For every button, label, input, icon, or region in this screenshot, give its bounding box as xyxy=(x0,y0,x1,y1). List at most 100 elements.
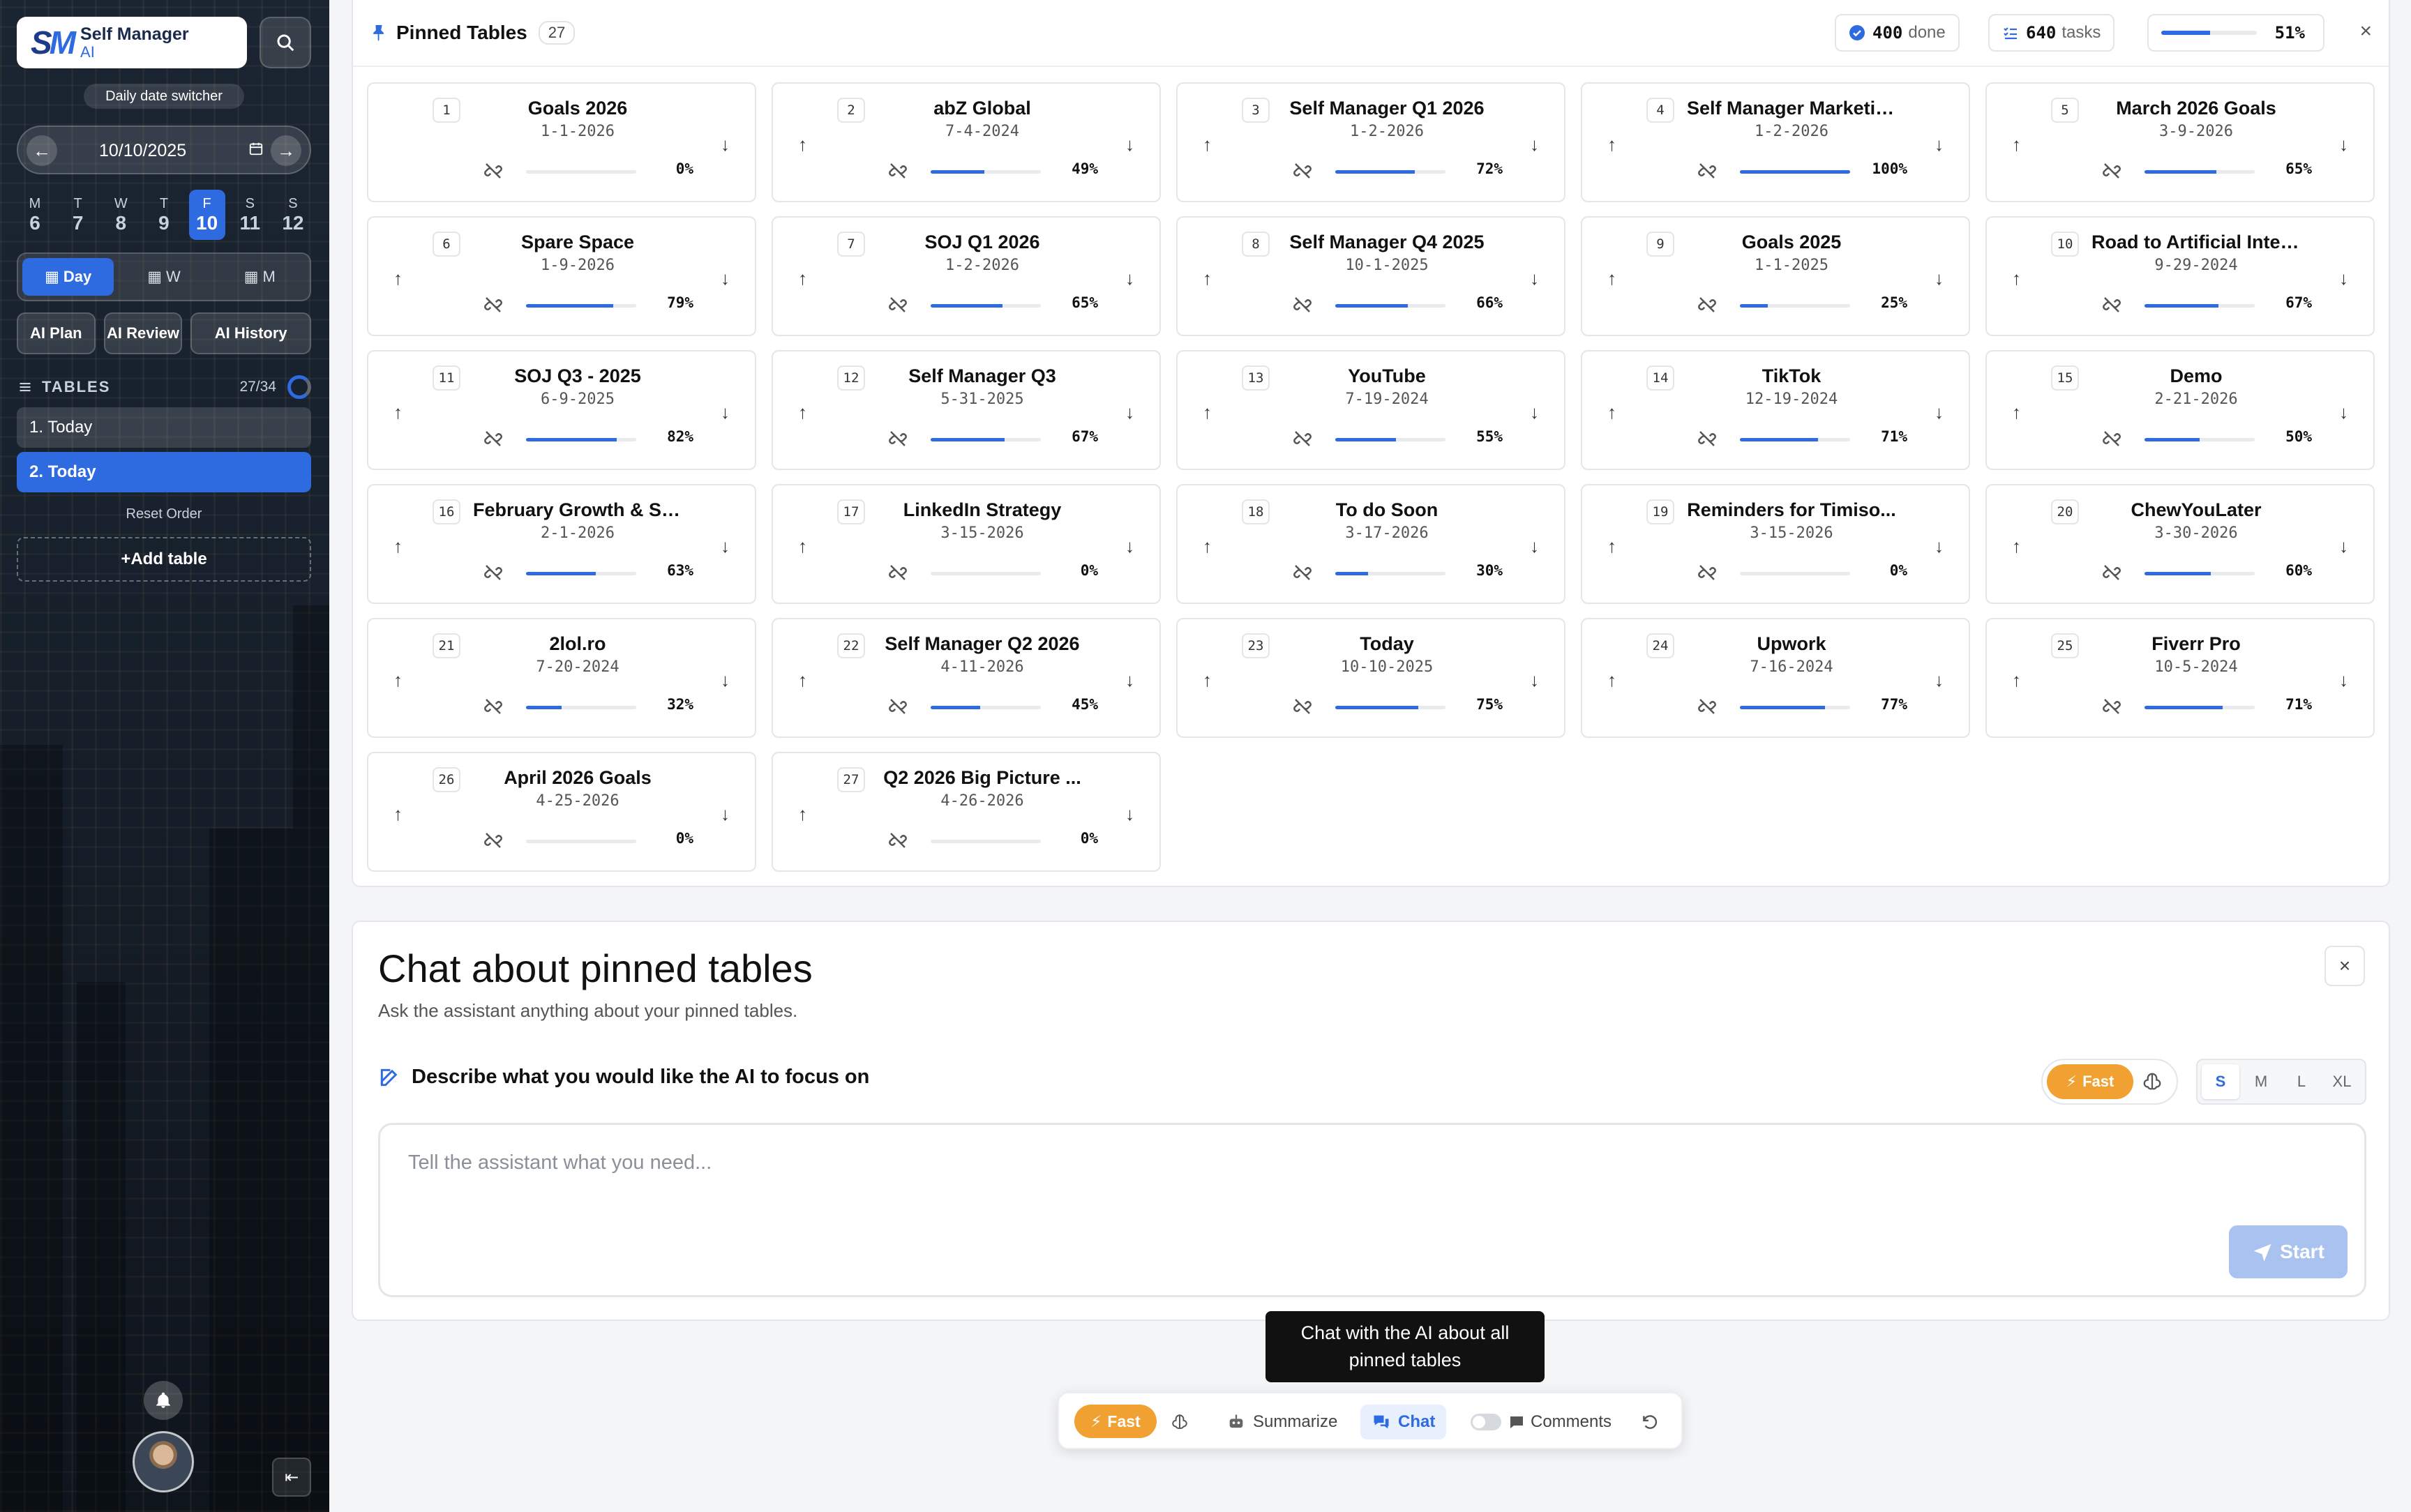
move-up-icon[interactable]: ↑ xyxy=(1203,670,1212,691)
pinned-card[interactable]: ↑ 22 Self Manager Q2 2026 4-11-2026 ↓ 45% xyxy=(772,618,1161,738)
weekday-7[interactable]: T7 xyxy=(60,190,96,240)
notifications-button[interactable] xyxy=(144,1381,183,1420)
pinned-card[interactable]: ↑ 12 Self Manager Q3 5-31-2025 ↓ 67% xyxy=(772,350,1161,470)
move-down-icon[interactable]: ↓ xyxy=(1935,268,1944,289)
unlink-icon[interactable] xyxy=(1697,428,1718,449)
move-up-icon[interactable]: ↑ xyxy=(2012,134,2021,156)
pinned-card[interactable]: ↑ 4 Self Manager Marketin... 1-2-2026 ↓ 100% xyxy=(1581,82,1970,202)
move-down-icon[interactable]: ↓ xyxy=(2339,402,2348,423)
move-down-icon[interactable]: ↓ xyxy=(1530,536,1539,557)
brain-mode-button[interactable] xyxy=(1171,1405,1189,1439)
close-pinned-button[interactable]: × xyxy=(2359,20,2372,43)
weekday-12[interactable]: S 12 xyxy=(275,190,311,240)
pinned-card[interactable]: 1 Goals 2026 1-1-2026 ↓ 0% xyxy=(367,82,756,202)
move-up-icon[interactable]: ↑ xyxy=(393,402,403,423)
move-up-icon[interactable]: ↑ xyxy=(798,536,807,557)
move-down-icon[interactable]: ↓ xyxy=(1125,670,1134,691)
move-up-icon[interactable]: ↑ xyxy=(798,134,807,156)
pinned-card[interactable]: ↑ 17 LinkedIn Strategy 3-15-2026 ↓ 0% xyxy=(772,484,1161,604)
unlink-icon[interactable] xyxy=(483,830,504,851)
move-up-icon[interactable]: ↑ xyxy=(1203,268,1212,289)
chat-button[interactable]: Chat xyxy=(1360,1405,1447,1439)
collapse-sidebar-button[interactable]: ⇤ xyxy=(272,1458,311,1497)
move-up-icon[interactable]: ↑ xyxy=(798,402,807,423)
ai-plan-button[interactable]: AI Plan xyxy=(17,312,96,354)
move-down-icon[interactable]: ↓ xyxy=(2339,670,2348,691)
ai-history-button[interactable]: AI History xyxy=(190,312,312,354)
move-down-icon[interactable]: ↓ xyxy=(1530,670,1539,691)
move-down-icon[interactable]: ↓ xyxy=(1125,268,1134,289)
pinned-card[interactable]: ↑ 19 Reminders for Timiso... 3-15-2026 ↓ 0% xyxy=(1581,484,1970,604)
fast-mode-button[interactable]: ⚡ Fast xyxy=(2047,1064,2133,1099)
move-up-icon[interactable]: ↑ xyxy=(393,536,403,557)
unlink-icon[interactable] xyxy=(483,428,504,449)
unlink-icon[interactable] xyxy=(887,294,908,315)
move-up-icon[interactable]: ↑ xyxy=(1203,402,1212,423)
pinned-card[interactable]: ↑ 16 February Growth & St... 2-1-2026 ↓ 63% xyxy=(367,484,756,604)
unlink-icon[interactable] xyxy=(483,160,504,181)
pinned-card[interactable]: ↑ 24 Upwork 7-16-2024 ↓ 77% xyxy=(1581,618,1970,738)
weekday-8[interactable]: W8 xyxy=(103,190,139,240)
search-button[interactable] xyxy=(260,17,311,68)
weekday-10[interactable]: F 10 xyxy=(188,190,225,240)
move-up-icon[interactable]: ↑ xyxy=(798,803,807,825)
move-down-icon[interactable]: ↓ xyxy=(1125,536,1134,557)
weekday-9[interactable]: T9 xyxy=(146,190,182,240)
reset-button[interactable] xyxy=(1641,1405,1659,1439)
pinned-card[interactable]: ↑ 21 2lol.ro 7-20-2024 ↓ 32% xyxy=(367,618,756,738)
unlink-icon[interactable] xyxy=(1292,562,1313,583)
pinned-card[interactable]: ↑ 25 Fiverr Pro 10-5-2024 ↓ 71% xyxy=(1985,618,2375,738)
move-down-icon[interactable]: ↓ xyxy=(1125,134,1134,156)
move-down-icon[interactable]: ↓ xyxy=(1935,402,1944,423)
move-up-icon[interactable]: ↑ xyxy=(2012,670,2021,691)
close-chat-button[interactable]: × xyxy=(2324,946,2365,986)
size-option-xl[interactable]: XL xyxy=(2323,1064,2361,1099)
unlink-icon[interactable] xyxy=(1697,160,1718,181)
move-down-icon[interactable]: ↓ xyxy=(1935,670,1944,691)
pinned-card[interactable]: ↑ 7 SOJ Q1 2026 1-2-2026 ↓ 65% xyxy=(772,216,1161,336)
unlink-icon[interactable] xyxy=(1697,696,1718,717)
move-up-icon[interactable]: ↑ xyxy=(1607,134,1616,156)
move-up-icon[interactable]: ↑ xyxy=(2012,268,2021,289)
move-down-icon[interactable]: ↓ xyxy=(2339,536,2348,557)
pinned-card[interactable]: ↑ 11 SOJ Q3 - 2025 6-9-2025 ↓ 82% xyxy=(367,350,756,470)
unlink-icon[interactable] xyxy=(887,160,908,181)
unlink-icon[interactable] xyxy=(483,294,504,315)
pinned-card[interactable]: ↑ 5 March 2026 Goals 3-9-2026 ↓ 65% xyxy=(1985,82,2375,202)
view-day-button[interactable]: ▦ Day xyxy=(22,258,114,296)
move-up-icon[interactable]: ↑ xyxy=(1607,536,1616,557)
pinned-card[interactable]: ↑ 13 YouTube 7-19-2024 ↓ 55% xyxy=(1176,350,1565,470)
unlink-icon[interactable] xyxy=(1292,294,1313,315)
unlink-icon[interactable] xyxy=(483,562,504,583)
pinned-card[interactable]: ↑ 9 Goals 2025 1-1-2025 ↓ 25% xyxy=(1581,216,1970,336)
unlink-icon[interactable] xyxy=(483,696,504,717)
sidebar-table-item-active[interactable]: 2. Today xyxy=(17,452,311,492)
brain-icon[interactable] xyxy=(2142,1071,2163,1092)
unlink-icon[interactable] xyxy=(2101,160,2122,181)
move-up-icon[interactable]: ↑ xyxy=(1607,670,1616,691)
unlink-icon[interactable] xyxy=(887,428,908,449)
pinned-card[interactable]: ↑ 2 abZ Global 7-4-2024 ↓ 49% xyxy=(772,82,1161,202)
move-down-icon[interactable]: ↓ xyxy=(1530,134,1539,156)
pinned-card[interactable]: ↑ 27 Q2 2026 Big Picture ... 4-26-2026 ↓ 0% xyxy=(772,752,1161,872)
pinned-card[interactable]: ↑ 8 Self Manager Q4 2025 10-1-2025 ↓ 66% xyxy=(1176,216,1565,336)
pinned-card[interactable]: ↑ 10 Road to Artificial Intel... 9-29-2024 ↓… xyxy=(1985,216,2375,336)
move-up-icon[interactable]: ↑ xyxy=(1607,402,1616,423)
toggle-switch[interactable] xyxy=(1471,1414,1501,1430)
ai-review-button[interactable]: AI Review xyxy=(103,312,183,354)
move-up-icon[interactable]: ↑ xyxy=(1203,536,1212,557)
move-down-icon[interactable]: ↓ xyxy=(1530,268,1539,289)
unlink-icon[interactable] xyxy=(1292,428,1313,449)
move-down-icon[interactable]: ↓ xyxy=(1935,134,1944,156)
unlink-icon[interactable] xyxy=(887,696,908,717)
view-month-button[interactable]: ▦ M xyxy=(214,258,306,296)
unlink-icon[interactable] xyxy=(1292,160,1313,181)
move-down-icon[interactable]: ↓ xyxy=(2339,268,2348,289)
move-up-icon[interactable]: ↑ xyxy=(1607,268,1616,289)
weekday-6[interactable]: M6 xyxy=(17,190,53,240)
size-option-s[interactable]: S xyxy=(2202,1064,2239,1099)
calendar-icon[interactable] xyxy=(248,141,264,160)
move-down-icon[interactable]: ↓ xyxy=(721,134,730,156)
pinned-card[interactable]: ↑ 15 Demo 2-21-2026 ↓ 50% xyxy=(1985,350,2375,470)
move-up-icon[interactable]: ↑ xyxy=(798,268,807,289)
